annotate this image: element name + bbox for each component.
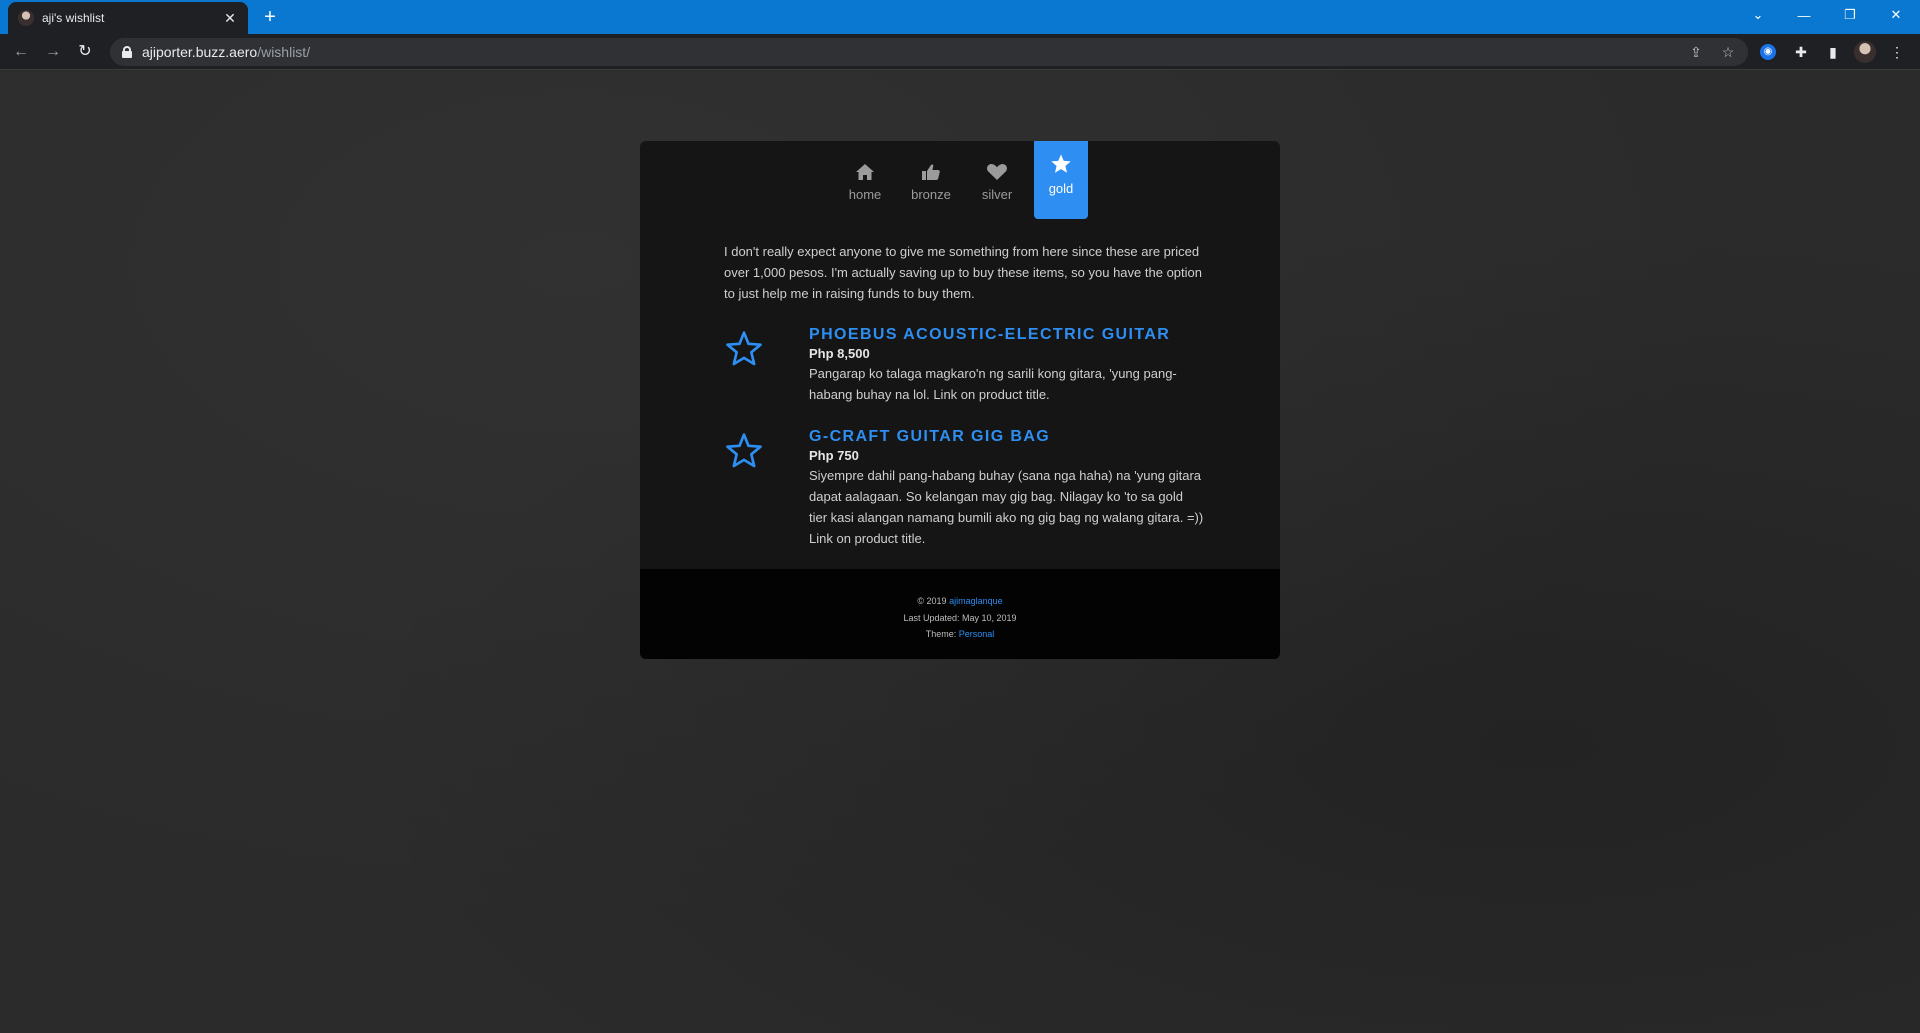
browser-toolbar: ← → ↻ ajiporter.buzz.aero/wishlist/ ⇪ ☆ … [0,34,1920,70]
star-icon [1050,153,1072,175]
url-host: ajiporter.buzz.aero [142,44,258,60]
star-outline-icon [724,329,764,369]
author-link[interactable]: ajimaglanque [949,596,1003,606]
nav-home[interactable]: home [832,141,898,219]
product-title-link[interactable]: Phoebus Acoustic-Electric Guitar [809,325,1204,345]
heart-icon [986,161,1008,183]
menu-kebab-icon[interactable]: ⋮ [1886,41,1908,63]
product-price: Php 750 [809,448,859,463]
last-updated: Last Updated: May 10, 2019 [903,612,1017,623]
nav-gold[interactable]: gold [1034,141,1088,219]
theme-line: Theme: Personal [640,626,1280,643]
side-panel-icon[interactable]: ▮ [1822,41,1844,63]
lock-icon [122,46,132,58]
reload-icon[interactable]: ↻ [74,41,96,63]
nav-silver[interactable]: silver [964,141,1030,219]
product-title-link[interactable]: G-Craft Guitar Gig Bag [809,427,1204,447]
intro-text: I don't really expect anyone to give me … [724,244,1202,301]
wishlist-item: Phoebus Acoustic-Electric Guitar Php 8,5… [724,325,1204,405]
product-description: Siyempre dahil pang-habang buhay (sana n… [809,468,1204,546]
address-bar[interactable]: ajiporter.buzz.aero/wishlist/ ⇪ ☆ [110,38,1748,66]
nav-silver-label: silver [981,187,1013,202]
favicon-icon [18,10,34,26]
theme-label: Theme: [925,629,957,639]
tab-search-icon[interactable]: ⌄ [1735,0,1781,30]
copyright-line: © 2019 ajimaglanque [640,593,1280,610]
wishlist-item: G-Craft Guitar Gig Bag Php 750 Siyempre … [724,427,1204,547]
theme-link[interactable]: Personal [959,629,995,639]
back-icon[interactable]: ← [10,41,32,63]
star-outline-icon [724,431,764,471]
bookmark-star-icon[interactable]: ☆ [1718,42,1738,62]
home-icon [855,161,875,183]
minimize-icon[interactable]: — [1781,0,1827,30]
nav-bronze-label: bronze [911,187,951,202]
tab-close-icon[interactable]: ✕ [222,10,238,27]
tier-nav: home bronze silver gold [640,141,1280,221]
new-tab-button[interactable]: + [258,6,282,30]
product-description: Pangarap ko talaga magkaro'n ng sarili k… [809,366,1177,402]
nav-bronze[interactable]: bronze [898,141,964,219]
browser-tab-bar: aji's wishlist ✕ + ⌄ — ❐ ✕ [0,0,1920,34]
profile-avatar[interactable] [1854,41,1876,63]
copyright-text: © 2019 [917,596,947,606]
nav-gold-label: gold [1048,181,1074,196]
url-path: /wishlist/ [257,44,311,60]
browser-tab[interactable]: aji's wishlist ✕ [8,2,248,34]
share-icon[interactable]: ⇪ [1686,42,1706,62]
extension-icon[interactable]: ◉ [1760,44,1776,60]
forward-icon[interactable]: → [42,41,64,63]
thumbs-up-icon [921,161,941,183]
wishlist-card: home bronze silver gold I don't really e… [640,141,1280,659]
extensions-puzzle-icon[interactable]: ✚ [1790,41,1812,63]
tab-title: aji's wishlist [42,11,105,25]
nav-home-label: home [848,187,882,202]
page-background: home bronze silver gold I don't really e… [0,71,1920,1033]
page-footer: © 2019 ajimaglanque Last Updated: May 10… [640,569,1280,659]
close-window-icon[interactable]: ✕ [1873,0,1919,30]
restore-icon[interactable]: ❐ [1827,0,1873,30]
product-price: Php 8,500 [809,346,870,361]
